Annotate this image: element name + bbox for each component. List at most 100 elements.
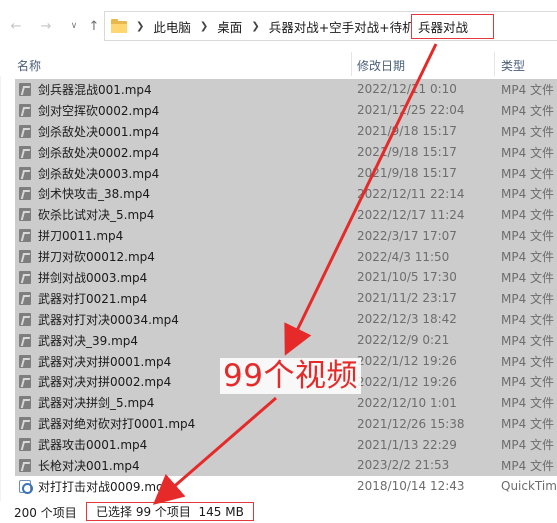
file-row[interactable]: 拼刀0011.mp4 2022/3/17 17:07 MP4 文件 <box>15 225 557 247</box>
file-date: 2021/9/18 15:17 <box>357 166 457 180</box>
up-button[interactable]: ↑ <box>86 17 102 35</box>
file-date: 2022/12/10 1:01 <box>357 395 457 410</box>
file-row[interactable]: 剑兵器混战001.mp4 2022/12/11 0:10 MP4 文件 <box>15 79 557 100</box>
file-name: 长枪对决001.mp4 <box>38 458 140 473</box>
file-type: QuickTime <box>501 479 557 494</box>
video-file-icon <box>19 417 31 431</box>
forward-button[interactable]: → <box>38 17 54 35</box>
file-type: MP4 文件 <box>501 187 555 202</box>
recent-locations-button[interactable]: ∨ <box>66 17 82 35</box>
file-row[interactable]: 武器攻击0001.mp4 2021/1/13 22:29 MP4 文件 <box>15 434 557 456</box>
file-type: MP4 文件 <box>501 291 555 306</box>
file-date: 2018/10/14 12:43 <box>357 479 465 494</box>
chevron-right-icon[interactable]: ❯ <box>200 21 208 32</box>
file-row[interactable]: 武器对打0021.mp4 2021/11/2 23:17 MP4 文件 <box>15 287 557 309</box>
selection-info: 已选择 99 个项目 145 MB <box>86 502 254 521</box>
arrow-up-icon: ↑ <box>88 18 100 34</box>
file-type: MP4 文件 <box>501 229 555 244</box>
video-file-icon <box>19 459 31 473</box>
status-bar: 200 个项目 已选择 99 个项目 145 MB <box>0 501 557 523</box>
file-row[interactable]: 剑对空挥砍0002.mp4 2021/12/25 22:04 MP4 文件 <box>15 99 557 121</box>
arrow-right-icon: → <box>40 18 52 34</box>
file-name: 剑兵器混战001.mp4 <box>38 82 152 97</box>
video-file-icon <box>19 354 31 368</box>
file-type: MP4 文件 <box>501 312 555 327</box>
file-list: 剑兵器混战001.mp4 2022/12/11 0:10 MP4 文件 剑对空挥砍00… <box>15 79 557 499</box>
chevron-down-icon: ∨ <box>70 21 78 31</box>
file-type: MP4 文件 <box>501 270 555 285</box>
column-date-header[interactable]: 修改日期 <box>357 57 405 74</box>
file-name: 剑对空挥砍0002.mp4 <box>38 103 160 118</box>
file-name: 武器对绝对砍对打0001.mp4 <box>38 417 196 432</box>
file-date: 2021/9/18 15:17 <box>357 145 457 160</box>
file-date: 2022/12/3 18:42 <box>357 312 457 327</box>
file-row[interactable]: 拼剑对战0003.mp4 2021/10/5 17:30 MP4 文件 <box>15 267 557 288</box>
file-row[interactable]: 武器对打对决00034.mp4 2022/12/3 18:42 MP4 文件 <box>15 308 557 330</box>
video-file-icon <box>19 208 31 222</box>
file-type: MP4 文件 <box>501 333 555 348</box>
file-date: 2022/12/9 0:21 <box>357 333 450 348</box>
file-name: 剑杀敌处决0002.mp4 <box>38 145 160 160</box>
video-file-icon <box>19 166 31 180</box>
file-row[interactable]: 对打打击对战0009.mo 2018/10/14 12:43 QuickTime <box>15 476 557 497</box>
file-type: MP4 文件 <box>501 166 555 181</box>
file-row[interactable]: 剑杀敌处决0001.mp4 2021/9/18 15:17 MP4 文件 <box>15 120 557 142</box>
file-row[interactable]: 剑术快攻击_38.mp4 2022/12/11 22:14 MP4 文件 <box>15 183 557 205</box>
file-date: 2023/2/2 21:53 <box>357 458 450 473</box>
file-row[interactable]: 剑杀敌处决0002.mp4 2021/9/18 15:17 MP4 文件 <box>15 141 557 163</box>
file-type: MP4 文件 <box>501 458 555 473</box>
file-date: 2021/11/2 23:17 <box>357 291 457 306</box>
video-file-icon <box>19 271 31 285</box>
folder-icon <box>111 18 127 33</box>
file-type: MP4 文件 <box>501 438 555 453</box>
chevron-right-icon[interactable]: ❯ <box>251 21 259 32</box>
address-bar-row: ← → ∨ ↑ ❯ 此电脑 ❯ 桌面 ❯ 兵器对战+空手对战+待机 ❯ 兵器对战 <box>0 0 557 50</box>
file-date: 2021/12/26 15:38 <box>357 416 465 431</box>
column-name-header[interactable]: 名称 <box>17 57 41 74</box>
video-file-icon <box>19 291 31 305</box>
breadcrumb-this-pc[interactable]: 此电脑 <box>153 17 191 36</box>
column-divider[interactable] <box>494 52 495 76</box>
file-type: MP4 文件 <box>501 396 555 411</box>
file-name: 武器攻击0001.mp4 <box>38 438 148 453</box>
list-left-border <box>0 76 1 501</box>
video-file-icon <box>19 333 31 347</box>
column-type-header[interactable]: 类型 <box>501 57 525 74</box>
file-name: 武器对决_39.mp4 <box>38 333 139 348</box>
file-type: MP4 文件 <box>501 208 555 223</box>
arrow-left-icon: ← <box>10 18 22 34</box>
video-file-icon <box>19 145 31 159</box>
breadcrumb-current-folder[interactable]: 兵器对战 <box>411 14 494 39</box>
back-button[interactable]: ← <box>8 17 24 35</box>
file-row[interactable]: 武器对决拼剑_5.mp4 2022/12/10 1:01 MP4 文件 <box>15 392 557 414</box>
file-date: 2021/12/25 22:04 <box>357 103 465 118</box>
breadcrumb-desktop[interactable]: 桌面 <box>217 17 242 36</box>
file-row[interactable]: 武器对决_39.mp4 2022/12/9 0:21 MP4 文件 <box>15 329 557 351</box>
file-name: 剑杀敌处决0001.mp4 <box>38 124 160 139</box>
video-file-icon <box>19 438 31 452</box>
file-name: 武器对决拼剑_5.mp4 <box>38 396 155 411</box>
breadcrumb-parent-folder[interactable]: 兵器对战+空手对战+待机 <box>269 17 415 36</box>
chevron-right-icon[interactable]: ❯ <box>136 21 144 32</box>
file-name: 剑术快攻击_38.mp4 <box>38 187 151 202</box>
file-name: 砍杀比试对决_5.mp4 <box>38 208 155 223</box>
file-name: 拼刀0011.mp4 <box>38 229 124 244</box>
file-type: MP4 文件 <box>501 103 555 118</box>
file-type: MP4 文件 <box>501 250 555 265</box>
column-divider[interactable] <box>351 52 352 76</box>
file-row[interactable]: 长枪对决001.mp4 2023/2/2 21:53 MP4 文件 <box>15 455 557 476</box>
file-date: 2022/4/3 11:50 <box>357 249 450 264</box>
annotation-label: 99个视频 <box>220 358 361 394</box>
video-file-icon <box>19 124 31 138</box>
file-row[interactable]: 拼刀对砍00012.mp4 2022/4/3 11:50 MP4 文件 <box>15 246 557 268</box>
file-type: MP4 文件 <box>501 354 555 369</box>
file-name: 剑杀敌处决0003.mp4 <box>38 166 160 181</box>
file-row[interactable]: 剑杀敌处决0003.mp4 2021/9/18 15:17 MP4 文件 <box>15 162 557 184</box>
file-row[interactable]: 武器对绝对砍对打0001.mp4 2021/12/26 15:38 MP4 文件 <box>15 413 557 435</box>
file-row[interactable]: 砍杀比试对决_5.mp4 2022/12/17 11:24 MP4 文件 <box>15 204 557 226</box>
video-file-icon <box>19 83 31 96</box>
file-type: MP4 文件 <box>501 375 555 390</box>
file-date: 2021/9/18 15:17 <box>357 124 457 139</box>
file-name: 对打打击对战0009.mo <box>38 479 164 494</box>
file-date: 2021/10/5 17:30 <box>357 270 457 285</box>
